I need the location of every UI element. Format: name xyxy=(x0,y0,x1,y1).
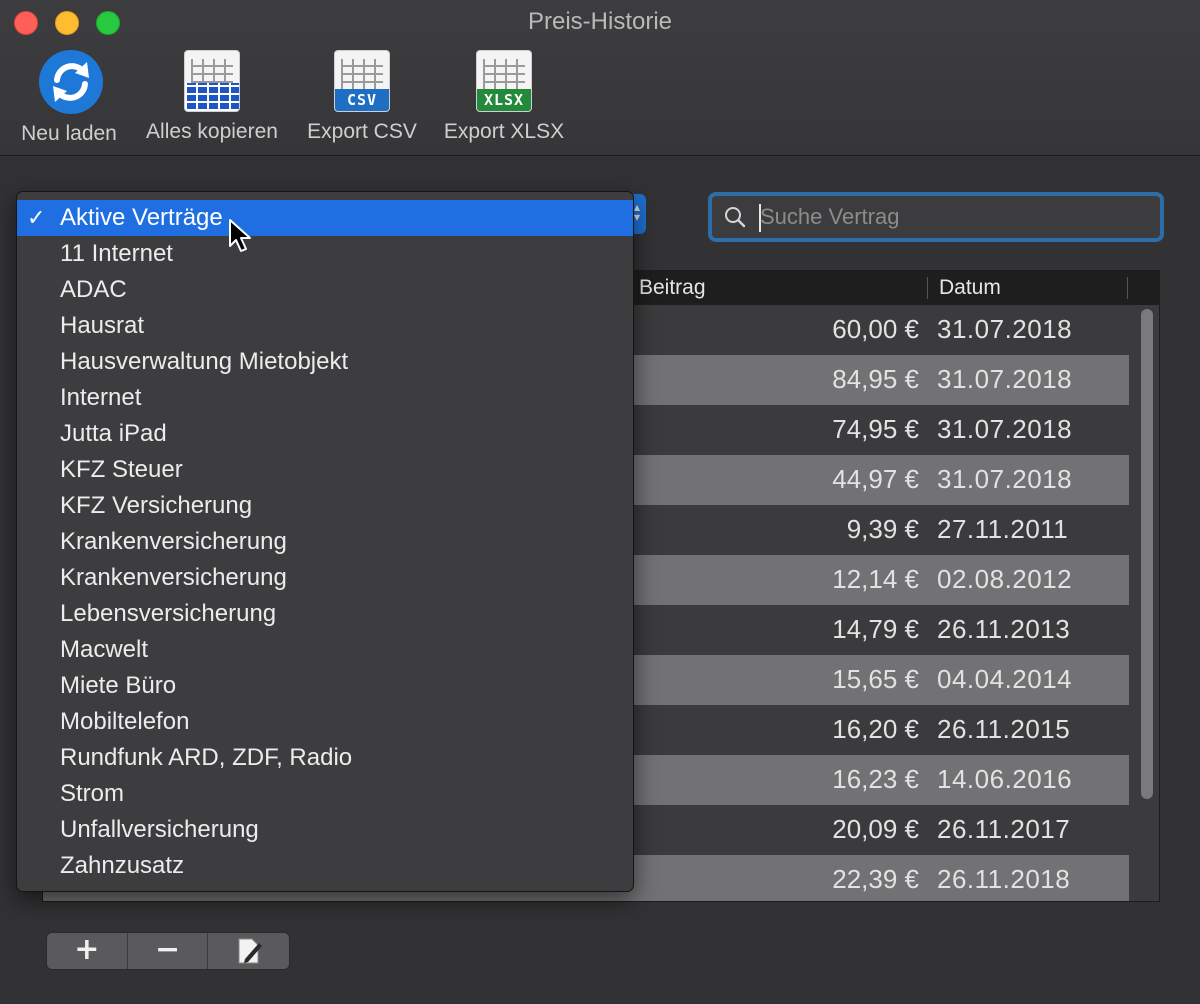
menu-item-label: Internet xyxy=(60,384,142,411)
menu-item-label: KFZ Steuer xyxy=(60,456,183,483)
menu-item[interactable]: Internet xyxy=(17,380,633,416)
menu-item-label: Zahnzusatz xyxy=(60,852,185,879)
amount-cell: 60,00 € xyxy=(832,314,919,344)
menu-item-label: Lebensversicherung xyxy=(60,600,277,627)
window-title: Preis-Historie xyxy=(527,8,673,35)
titlebar-toolbar: Preis-Historie Neu laden Alles kopieren … xyxy=(0,0,1200,156)
date-cell: 31.07.2018 xyxy=(937,464,1073,494)
minus-icon: − xyxy=(154,932,181,967)
date-cell: 26.11.2017 xyxy=(937,814,1071,844)
menu-item[interactable]: Hausverwaltung Mietobjekt xyxy=(17,344,633,380)
date-cell: 31.07.2018 xyxy=(937,314,1073,344)
export-csv-button[interactable]: CSV Export CSV xyxy=(302,48,422,144)
search-input[interactable] xyxy=(760,200,1150,234)
remove-button[interactable]: − xyxy=(128,933,209,969)
amount-cell: 14,79 € xyxy=(832,614,919,644)
reload-button[interactable]: Neu laden xyxy=(16,48,122,146)
amount-cell: 84,95 € xyxy=(832,364,919,394)
copy-all-button[interactable]: Alles kopieren xyxy=(138,48,286,144)
scrollbar-knob[interactable] xyxy=(1141,309,1153,799)
copy-table-icon xyxy=(182,48,242,114)
amount-cell: 22,39 € xyxy=(832,864,919,894)
menu-item[interactable]: Mobiltelefon xyxy=(17,704,633,740)
menu-item[interactable]: Strom xyxy=(17,776,633,812)
menu-item-label: Mobiltelefon xyxy=(60,708,190,735)
export-csv-label: Export CSV xyxy=(307,120,417,143)
search-icon xyxy=(725,207,746,228)
amount-cell: 12,14 € xyxy=(832,564,919,594)
menu-item-label: Macwelt xyxy=(60,636,149,663)
menu-item-label: Krankenversicherung xyxy=(60,564,287,591)
date-cell: 26.11.2015 xyxy=(937,714,1071,744)
export-xlsx-label: Export XLSX xyxy=(443,120,565,143)
xlsx-badge: XLSX xyxy=(477,89,531,111)
popup-arrows-icon: ▴ ▾ xyxy=(633,200,640,224)
menu-item[interactable]: Krankenversicherung xyxy=(17,524,633,560)
date-cell: 02.08.2012 xyxy=(937,564,1073,594)
xlsx-file-icon: XLSX xyxy=(474,48,534,114)
reload-label: Neu laden xyxy=(21,122,117,145)
amount-cell: 44,97 € xyxy=(832,464,919,494)
amount-cell: 15,65 € xyxy=(832,664,919,694)
menu-item[interactable]: Krankenversicherung xyxy=(17,560,633,596)
menu-item[interactable]: 11 Internet xyxy=(17,236,633,272)
search-field[interactable] xyxy=(708,192,1164,242)
column-header-datum[interactable]: Datum xyxy=(939,276,1001,300)
menu-item[interactable]: KFZ Versicherung xyxy=(17,488,633,524)
date-cell: 04.04.2014 xyxy=(937,664,1073,694)
menu-item[interactable]: Lebensversicherung xyxy=(17,596,633,632)
vertical-scrollbar[interactable] xyxy=(1141,309,1155,799)
menu-item[interactable]: KFZ Steuer xyxy=(17,452,633,488)
menu-item-label: Hausrat xyxy=(60,312,145,339)
checkmark-icon: ✓ xyxy=(27,205,46,230)
date-cell: 14.06.2016 xyxy=(937,764,1073,794)
export-xlsx-button[interactable]: XLSX Export XLSX xyxy=(438,48,570,144)
column-separator xyxy=(927,277,928,299)
menu-item-label: Jutta iPad xyxy=(60,420,167,447)
csv-badge: CSV xyxy=(335,89,389,111)
date-cell: 31.07.2018 xyxy=(937,364,1073,394)
menu-item-label: KFZ Versicherung xyxy=(60,492,253,519)
mouse-cursor-icon xyxy=(229,219,251,252)
edit-button[interactable] xyxy=(208,933,289,969)
menu-item-label: ADAC xyxy=(60,276,127,303)
menu-item-label: Krankenversicherung xyxy=(60,528,287,555)
menu-item-label: Unfallversicherung xyxy=(60,816,259,843)
date-cell: 31.07.2018 xyxy=(937,414,1073,444)
date-cell: 27.11.2011 xyxy=(937,514,1069,544)
menu-item[interactable]: Macwelt xyxy=(17,632,633,668)
menu-item-label: 11 Internet xyxy=(60,240,173,267)
edit-note-icon xyxy=(238,938,262,964)
contract-filter-menu: ✓ Aktive Verträge 11 Internet ADAC Hausrat Ha… xyxy=(16,191,634,892)
menu-item[interactable]: ADAC xyxy=(17,272,633,308)
menu-item-label: Aktive Verträge xyxy=(60,204,223,231)
menu-item-label: Strom xyxy=(60,780,125,807)
amount-cell: 16,23 € xyxy=(832,764,919,794)
menu-item-label: Hausverwaltung Mietobjekt xyxy=(60,348,349,375)
menu-item[interactable]: Miete Büro xyxy=(17,668,633,704)
csv-file-icon: CSV xyxy=(332,48,392,114)
menu-item[interactable]: ✓ Aktive Verträge xyxy=(17,200,633,236)
menu-item-label: Rundfunk ARD, ZDF, Radio xyxy=(60,744,353,771)
column-separator xyxy=(1127,277,1128,299)
date-cell: 26.11.2018 xyxy=(937,864,1071,894)
copy-all-label: Alles kopieren xyxy=(146,120,278,143)
menu-item[interactable]: Zahnzusatz xyxy=(17,848,633,884)
menu-item[interactable]: Hausrat xyxy=(17,308,633,344)
add-button[interactable]: + xyxy=(47,933,128,969)
plus-icon: + xyxy=(74,932,100,967)
menu-item[interactable]: Rundfunk ARD, ZDF, Radio xyxy=(17,740,633,776)
menu-item-label: Miete Büro xyxy=(60,672,177,699)
edit-buttons: + − xyxy=(46,932,290,970)
menu-item[interactable]: Unfallversicherung xyxy=(17,812,633,848)
amount-cell: 16,20 € xyxy=(832,714,919,744)
amount-cell: 20,09 € xyxy=(832,814,919,844)
menu-item[interactable]: Jutta iPad xyxy=(17,416,633,452)
window: Preis-Historie Neu laden Alles kopieren … xyxy=(0,0,1200,1004)
amount-cell: 74,95 € xyxy=(832,414,919,444)
date-cell: 26.11.2013 xyxy=(937,614,1071,644)
amount-cell: 9,39 € xyxy=(846,514,919,544)
column-header-beitrag[interactable]: Beitrag xyxy=(639,276,706,300)
reload-icon xyxy=(39,50,103,116)
